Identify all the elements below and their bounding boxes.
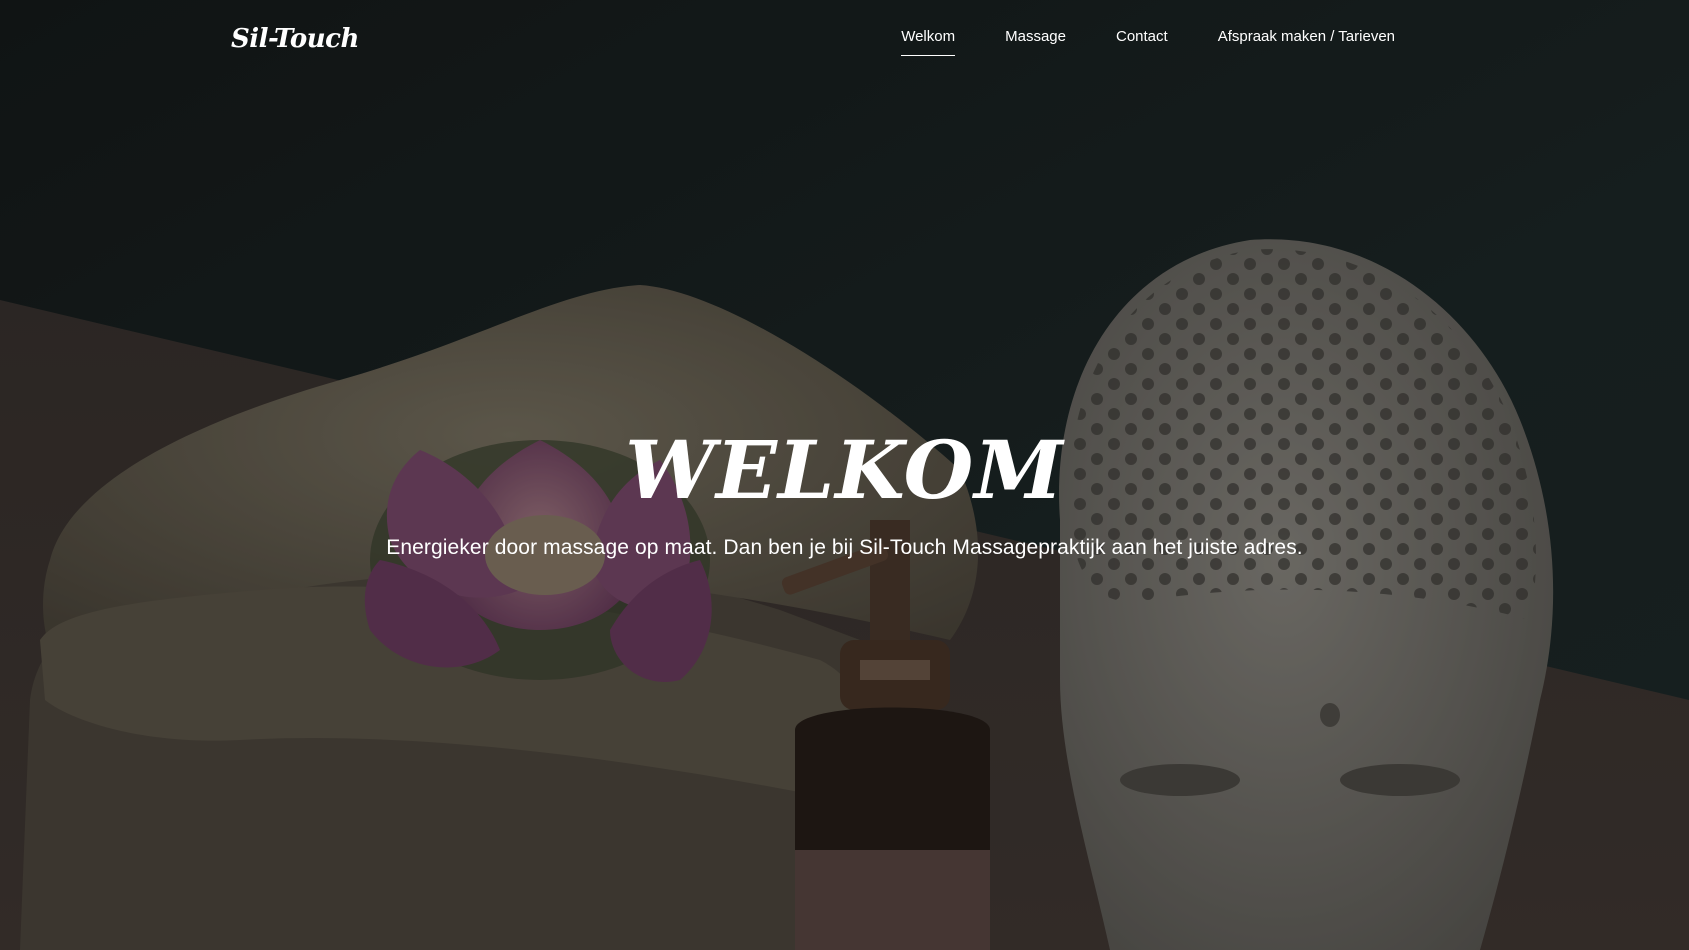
nav-link-contact[interactable]: Contact <box>1116 28 1168 55</box>
hero-subtitle: Energieker door massage op maat. Dan ben… <box>386 536 1303 559</box>
nav-link-afspraak[interactable]: Afspraak maken / Tarieven <box>1218 28 1395 55</box>
site-logo[interactable]: Sil-Touch <box>231 24 359 54</box>
hero-title: WELKOM <box>625 423 1064 517</box>
hero-section: WELKOM Energieker door massage op maat. … <box>0 430 1689 560</box>
nav-link-welkom[interactable]: Welkom <box>901 28 956 56</box>
site-header: Sil-Touch Welkom Massage Contact Afspraa… <box>0 0 1689 90</box>
page: Sil-Touch Welkom Massage Contact Afspraa… <box>0 0 1689 950</box>
main-nav: Welkom Massage Contact Afspraak maken / … <box>901 28 1395 56</box>
nav-link-massage[interactable]: Massage <box>1005 28 1066 55</box>
